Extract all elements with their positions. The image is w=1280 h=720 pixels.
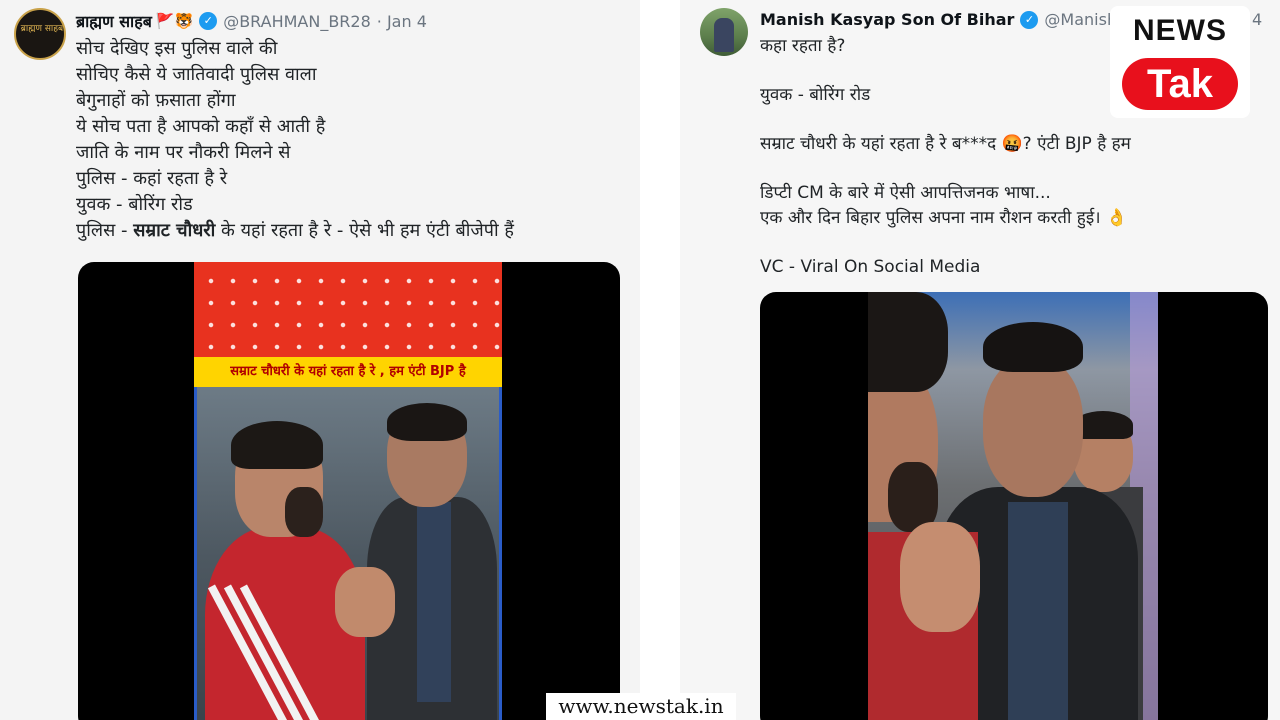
left-tweet-date[interactable]: · Jan 4 bbox=[377, 12, 427, 31]
last-line-prefix: पुलिस - bbox=[76, 220, 134, 241]
video-frame-scene bbox=[194, 387, 502, 720]
tweet-line: युवक - बोरिंग रोड bbox=[76, 194, 193, 215]
left-author-handle[interactable]: @BRAHMAN_BR28 bbox=[223, 12, 371, 31]
avatar-person-icon bbox=[714, 18, 734, 52]
tweet-line: कहा रहता है? bbox=[760, 36, 846, 56]
left-avatar[interactable]: ब्राह्मण साहब bbox=[14, 8, 66, 60]
tweet-line: सम्राट चौधरी के यहां रहता है रे ब***द 🤬?… bbox=[760, 134, 1131, 154]
flag-tiger-emoji-icon: 🚩🐯 bbox=[155, 12, 194, 30]
tweet-line: एक और दिन बिहार पुलिस अपना नाम रौशन करती… bbox=[760, 207, 1128, 228]
figure-hair bbox=[387, 403, 467, 441]
figure-beard bbox=[285, 487, 323, 537]
newstak-logo: NEWS Tak bbox=[1110, 6, 1250, 118]
logo-tak-text: Tak bbox=[1122, 58, 1238, 110]
left-tweet-text: सोच देखिए इस पुलिस वाले की सोचिए कैसे ये… bbox=[76, 36, 514, 244]
video-frame-scene bbox=[868, 292, 1158, 720]
right-author-name[interactable]: Manish Kasyap Son Of Bihar bbox=[760, 10, 1014, 29]
figure-head bbox=[983, 357, 1083, 497]
verified-badge-icon: ✓ bbox=[1020, 10, 1039, 29]
right-tweet-date-fragment: 4 bbox=[1252, 10, 1263, 29]
left-video-player[interactable]: सम्राट चौधरी के यहां रहता है रे , हम एंट… bbox=[78, 262, 620, 720]
figure-hands bbox=[335, 567, 395, 637]
right-tweet-text: कहा रहता है? युवक - बोरिंग रोड सम्राट चौ… bbox=[760, 34, 1131, 279]
left-tweet-header: ब्राह्मण साहब 🚩🐯 ✓ @BRAHMAN_BR28 · Jan 4 bbox=[76, 10, 427, 32]
right-video-player[interactable] bbox=[760, 292, 1268, 720]
tweet-line bbox=[760, 157, 1131, 182]
tweet-line: बेगुनाहों को फ़साता होंगा bbox=[76, 90, 236, 111]
tweet-last-line: पुलिस - सम्राट चौधरी के यहां रहता है रे … bbox=[76, 218, 514, 244]
figure-hands bbox=[900, 522, 980, 632]
tweet-line: पुलिस - कहां रहता है रे bbox=[76, 168, 228, 189]
tweet-line bbox=[760, 108, 1131, 133]
right-avatar[interactable] bbox=[700, 8, 748, 56]
avatar-label: ब्राह्मण साहब bbox=[20, 24, 64, 34]
left-tweet-panel: ब्राह्मण साहब ब्राह्मण साहब 🚩🐯 ✓ @BRAHMA… bbox=[0, 0, 640, 720]
panel-divider bbox=[640, 0, 680, 720]
figure-hair bbox=[868, 292, 948, 392]
figure-shirt bbox=[1008, 502, 1068, 720]
last-line-suffix: के यहां रहता है रे - ऐसे भी हम एंटी बीजे… bbox=[215, 220, 514, 241]
tweet-line bbox=[760, 59, 1131, 84]
verified-badge-icon: ✓ bbox=[199, 12, 218, 30]
video-caption-banner: सम्राट चौधरी के यहां रहता है रे , हम एंट… bbox=[194, 357, 502, 387]
figure-hair bbox=[983, 322, 1083, 372]
tweet-line: ये सोच पता है आपको कहाँ से आती है bbox=[76, 116, 326, 137]
tweet-line: सोचिए कैसे ये जातिवादी पुलिस वाला bbox=[76, 64, 317, 85]
dot-pattern bbox=[194, 262, 502, 357]
figure-shirt bbox=[417, 502, 451, 702]
tweet-line bbox=[760, 230, 1131, 255]
right-author-handle[interactable]: @Manish bbox=[1044, 10, 1117, 29]
logo-news-text: NEWS bbox=[1133, 14, 1227, 47]
man-in-red-jacket-figure bbox=[205, 421, 395, 720]
video-red-header bbox=[194, 262, 502, 357]
figure-hair bbox=[231, 421, 323, 469]
tweet-line: जाति के नाम पर नौकरी मिलने से bbox=[76, 142, 291, 163]
right-tweet-header: Manish Kasyap Son Of Bihar ✓ @Manish bbox=[760, 10, 1117, 29]
tweet-line: डिप्टी CM के बारे में ऐसी आपत्तिजनक भाषा… bbox=[760, 183, 1051, 203]
tweet-line: VC - Viral On Social Media bbox=[760, 256, 981, 277]
man-in-suit-figure bbox=[367, 403, 497, 720]
tweet-line: युवक - बोरिंग रोड bbox=[760, 85, 871, 105]
last-line-bold: सम्राट चौधरी bbox=[133, 220, 216, 241]
man-in-red-jacket-figure bbox=[868, 292, 978, 720]
tweet-line: सोच देखिए इस पुलिस वाले की bbox=[76, 38, 278, 59]
site-watermark: www.newstak.in bbox=[546, 693, 736, 720]
left-author-name[interactable]: ब्राह्मण साहब bbox=[76, 10, 152, 32]
